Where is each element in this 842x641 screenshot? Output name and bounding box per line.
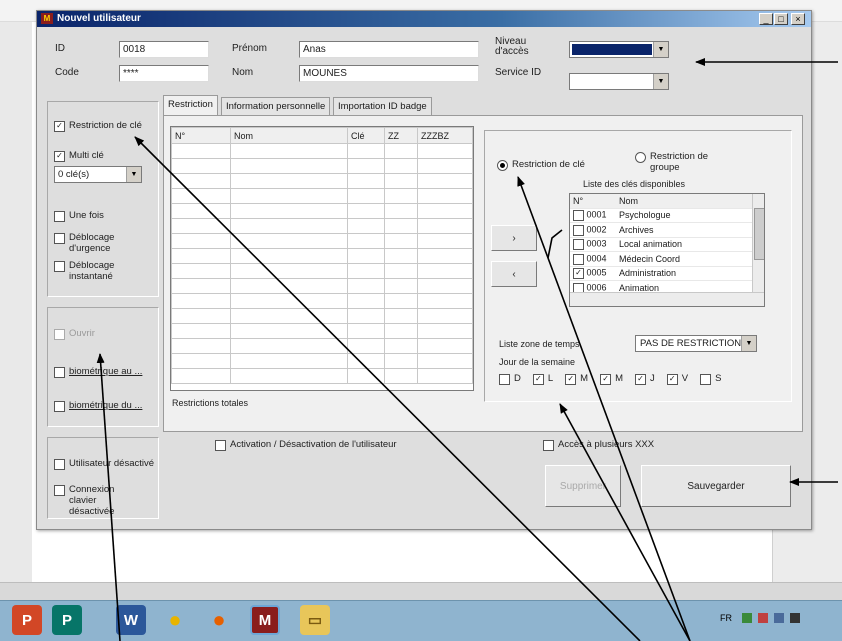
arrow-to-biometric-option bbox=[96, 353, 121, 641]
arrow-to-restriction-cle bbox=[134, 136, 641, 641]
arrow-to-weekdays bbox=[559, 403, 691, 641]
arrow-to-radio-cle bbox=[517, 176, 691, 641]
annotation-arrows bbox=[96, 58, 838, 641]
arrow-to-key-list bbox=[547, 229, 563, 259]
